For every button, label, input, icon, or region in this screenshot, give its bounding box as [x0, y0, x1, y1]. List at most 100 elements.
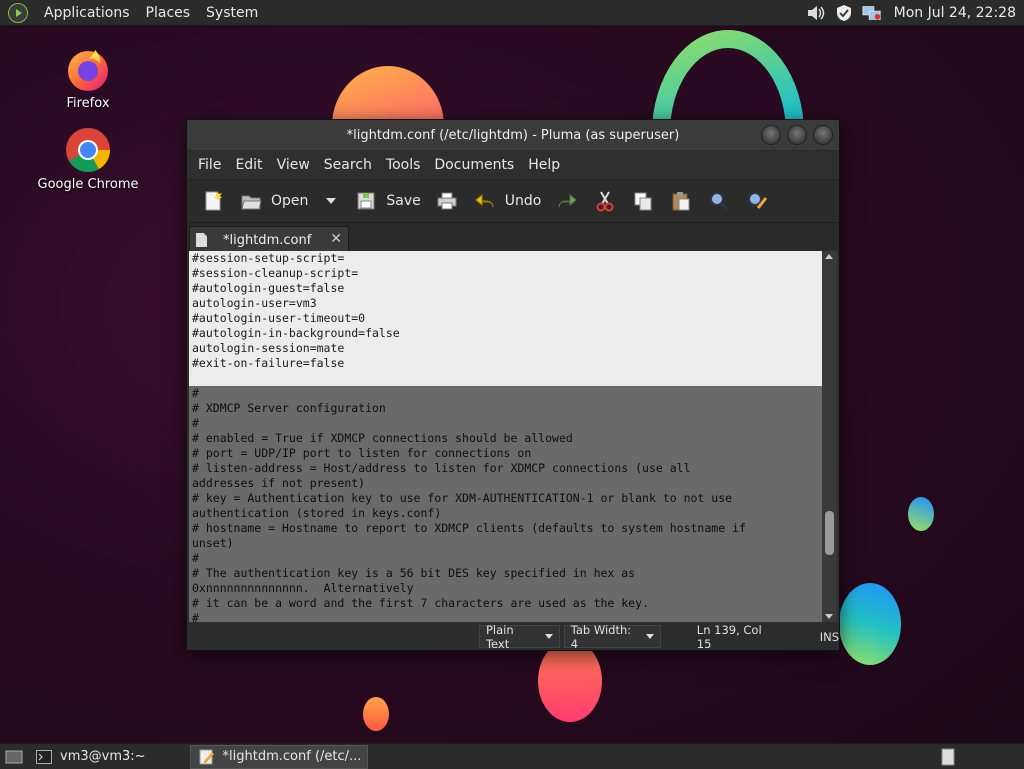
editor-line-selected: # key = Authentication key to use for XD… — [189, 491, 822, 506]
decor-blob-tiny — [908, 497, 934, 531]
desktop-icon-firefox[interactable]: Firefox — [33, 46, 143, 111]
mate-logo-icon[interactable] — [8, 2, 28, 23]
editor-line: autologin-session=mate — [189, 341, 822, 356]
scroll-up-icon[interactable] — [825, 254, 833, 259]
print-button[interactable] — [429, 184, 465, 218]
close-window-button[interactable] — [813, 125, 833, 145]
tab-label: *lightdm.conf — [223, 232, 312, 248]
top-panel: Applications Places System Mon Jul 24, 2… — [0, 0, 1024, 26]
save-label: Save — [386, 193, 421, 209]
maximize-button[interactable] — [787, 125, 807, 145]
show-desktop-icon[interactable] — [4, 748, 24, 766]
terminal-icon — [34, 748, 54, 766]
save-icon — [354, 189, 378, 213]
undo-label: Undo — [504, 193, 542, 209]
editor-line: autologin-user=vm3 — [189, 296, 822, 311]
save-button[interactable]: Save — [348, 184, 426, 218]
editor-line-selected: # listen-address = Host/address to liste… — [189, 461, 822, 476]
volume-icon[interactable] — [806, 4, 826, 22]
open-folder-icon — [239, 189, 263, 213]
panel-menu-system[interactable]: System — [198, 5, 266, 21]
redo-button[interactable] — [549, 184, 585, 218]
firefox-icon — [65, 46, 111, 92]
redo-icon — [555, 189, 579, 213]
editor-line-selected: # — [189, 551, 822, 566]
syntax-label: Plain Text — [485, 622, 514, 651]
syntax-dropdown[interactable]: Plain Text — [478, 622, 560, 651]
editor-line: #session-setup-script= — [189, 251, 822, 266]
menu-edit[interactable]: Edit — [228, 157, 269, 173]
menu-file[interactable]: File — [191, 157, 228, 173]
copy-icon — [631, 189, 655, 213]
network-icon[interactable] — [862, 4, 882, 22]
chevron-down-icon — [326, 198, 337, 204]
panel-menu-places[interactable]: Places — [138, 5, 199, 21]
pluma-window: *lightdm.conf (/etc/lightdm) - Pluma (as… — [186, 119, 840, 651]
menu-tools[interactable]: Tools — [379, 157, 428, 173]
taskbar-item-pluma[interactable]: *lightdm.conf (/etc/... — [189, 744, 369, 769]
status-bar: Plain Text Tab Width: 4 Ln 139, Col 15 I… — [187, 622, 839, 651]
new-document-button[interactable] — [195, 184, 231, 218]
vertical-scrollbar[interactable] — [822, 251, 837, 622]
panel-menu-applications[interactable]: Applications — [36, 5, 138, 21]
menu-help[interactable]: Help — [521, 157, 567, 173]
find-button[interactable] — [701, 184, 737, 218]
toolbar: Open Save Undo — [187, 179, 839, 223]
system-tray: Mon Jul 24, 22:28 — [806, 0, 1024, 25]
editor-line-selected: # XDMCP Server configuration — [189, 401, 822, 416]
text-editor-icon — [197, 748, 217, 766]
text-editor[interactable]: #session-setup-script= #session-cleanup-… — [189, 251, 822, 622]
cut-button[interactable] — [587, 184, 623, 218]
panel-clock[interactable]: Mon Jul 24, 22:28 — [894, 5, 1016, 21]
window-title: *lightdm.conf (/etc/lightdm) - Pluma (as… — [346, 127, 680, 143]
workspace-switcher-icon[interactable] — [938, 748, 958, 766]
bottom-taskbar: vm3@vm3:~ *lightdm.conf (/etc/... — [0, 743, 1024, 769]
insert-mode: INS — [819, 629, 839, 644]
editor-line: #autologin-user-timeout=0 — [189, 311, 822, 326]
editor-line-selected: # enabled = True if XDMCP connections sh… — [189, 431, 822, 446]
tab-width-label: Tab Width: 4 — [570, 622, 632, 651]
find-replace-button[interactable] — [739, 184, 775, 218]
window-titlebar[interactable]: *lightdm.conf (/etc/lightdm) - Pluma (as… — [187, 120, 839, 151]
editor-line-selected: 0xnnnnnnnnnnnnnn. Alternatively — [189, 581, 822, 596]
scroll-thumb[interactable] — [825, 511, 834, 555]
open-recent-dropdown[interactable] — [316, 184, 346, 218]
taskbar-item-label: *lightdm.conf (/etc/... — [222, 749, 362, 764]
open-button[interactable]: Open — [233, 184, 314, 218]
paste-icon — [669, 189, 693, 213]
close-tab-icon[interactable]: ✕ — [330, 231, 342, 247]
find-replace-icon — [745, 189, 769, 213]
undo-icon — [473, 189, 497, 213]
search-icon — [707, 189, 731, 213]
editor-line — [189, 371, 822, 386]
minimize-button[interactable] — [761, 125, 781, 145]
tab-bar: *lightdm.conf ✕ — [187, 223, 839, 253]
undo-button[interactable]: Undo — [467, 184, 548, 218]
scroll-down-icon[interactable] — [825, 614, 833, 619]
editor-line-selected: # — [189, 386, 822, 401]
editor-line-selected: addresses if not present) — [189, 476, 822, 491]
new-document-icon — [201, 189, 225, 213]
taskbar-item-terminal[interactable]: vm3@vm3:~ — [28, 746, 152, 768]
scissors-icon — [593, 189, 617, 213]
editor-line-selected: # — [189, 416, 822, 431]
paste-button[interactable] — [663, 184, 699, 218]
menu-documents[interactable]: Documents — [427, 157, 521, 173]
copy-button[interactable] — [625, 184, 661, 218]
editor-line-selected: authentication (stored in keys.conf) — [189, 506, 822, 521]
editor-line-selected: unset) — [189, 536, 822, 551]
desktop-icon-chrome[interactable]: Google Chrome — [33, 127, 143, 192]
menu-view[interactable]: View — [270, 157, 317, 173]
editor-line-selected: # it can be a word and the first 7 chara… — [189, 596, 822, 611]
decor-blob-blue — [839, 583, 901, 665]
editor-line: #session-cleanup-script= — [189, 266, 822, 281]
shield-icon[interactable] — [834, 4, 854, 22]
tab-width-dropdown[interactable]: Tab Width: 4 — [563, 622, 661, 651]
print-icon — [435, 189, 459, 213]
tab-lightdm-conf[interactable]: *lightdm.conf ✕ — [189, 226, 349, 253]
decor-blob-small — [363, 697, 389, 731]
editor-line-selected: # hostname = Hostname to report to XDMCP… — [189, 521, 822, 536]
chrome-icon — [65, 127, 111, 173]
menubar: File Edit View Search Tools Documents He… — [187, 151, 839, 179]
menu-search[interactable]: Search — [317, 157, 379, 173]
